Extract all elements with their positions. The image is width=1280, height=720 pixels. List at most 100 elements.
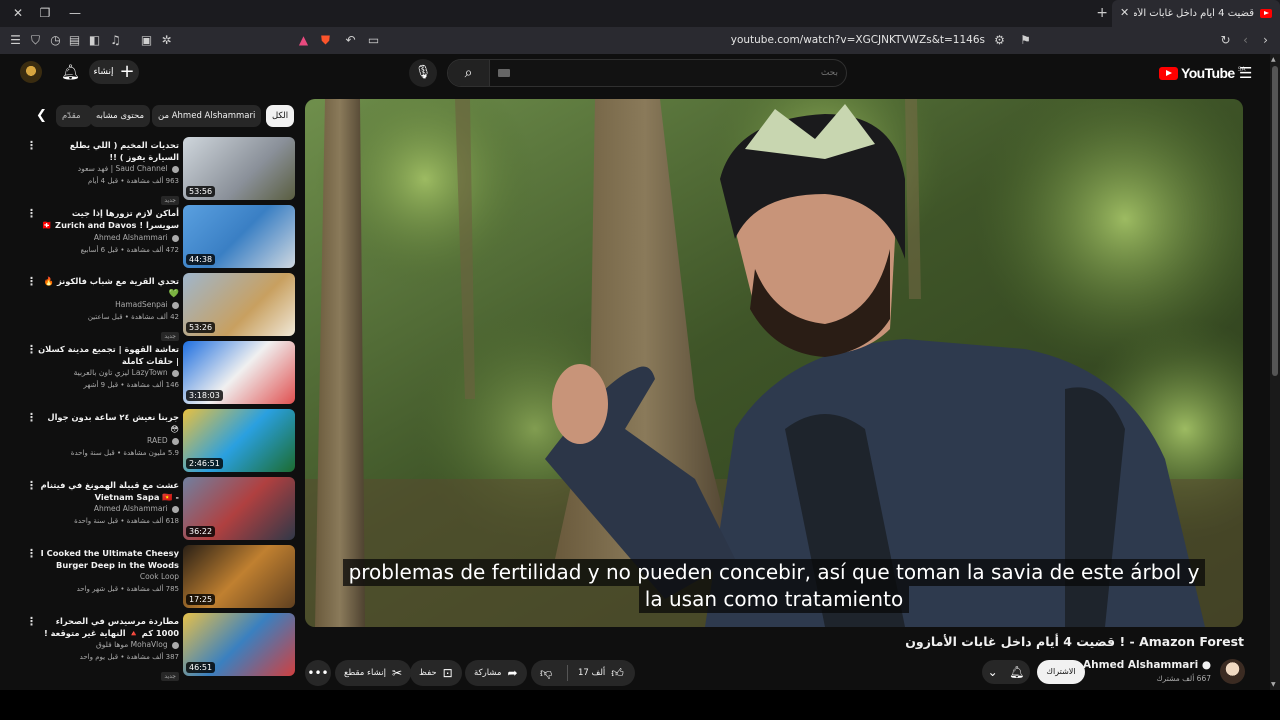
related-views: 472 ألف مشاهدة	[126, 246, 179, 254]
more-vert-icon[interactable]: ⋮	[26, 207, 37, 220]
like-button[interactable]: 17 ألف 👍︎	[569, 660, 633, 686]
subscribe-button[interactable]: الاشتراك	[1037, 660, 1085, 684]
more-vert-icon[interactable]: ⋮	[26, 615, 37, 628]
related-video-thumbnail[interactable]: 36:22	[183, 477, 295, 540]
bookmark-icon[interactable]: ⚑	[1018, 33, 1033, 48]
related-video-thumbnail[interactable]: 3:18:03	[183, 341, 295, 404]
reader-icon[interactable]: ↶	[343, 33, 358, 48]
forward-icon[interactable]: ‹	[1238, 33, 1253, 48]
menu-icon[interactable]: ☰	[8, 33, 23, 48]
page-scrollbar[interactable]: ▲ ▼	[1270, 54, 1280, 690]
related-video-item[interactable]: ⋮ I Cooked the Ultimate Cheesy Burger Dee…	[24, 545, 296, 609]
save-button[interactable]: حفظ ⊡	[410, 660, 462, 686]
more-vert-icon[interactable]: ⋮	[26, 139, 37, 152]
subscriber-count: 667 ألف مشترك	[1156, 674, 1211, 683]
more-vert-icon[interactable]: ⋮	[26, 411, 37, 424]
cast-icon[interactable]: ▭	[366, 33, 381, 48]
related-video-item[interactable]: ⋮ مطاردة مرسيدس في الصحراء 1000 كم 🔺 النه…	[24, 613, 296, 681]
close-tab-icon[interactable]: ✕	[1120, 6, 1129, 19]
minimize-window-icon[interactable]: —	[67, 5, 83, 21]
related-video-thumbnail[interactable]: 2:46:51	[183, 409, 295, 472]
new-badge: جديد	[161, 672, 179, 681]
search-button[interactable]: ⌕	[448, 60, 490, 86]
related-video-thumbnail[interactable]: 44:38	[183, 205, 295, 268]
related-video-info: أماكن لازم تزورها إذا جيت سويسرا ! 🇨🇭 Zu…	[38, 207, 179, 256]
extensions-icon[interactable]: ✲	[159, 33, 174, 48]
more-vert-icon[interactable]: ⋮	[26, 343, 37, 356]
notifications-bell-icon[interactable]: 🔔︎	[61, 63, 80, 81]
taskbar-area	[0, 690, 1280, 720]
create-button[interactable]: إنشاء +	[89, 60, 139, 84]
video-duration: 3:18:03	[186, 390, 223, 401]
music-icon[interactable]: ♫	[108, 33, 123, 48]
channel-name[interactable]: Ahmed Alshammari ●	[1083, 659, 1211, 671]
sidebar-icon[interactable]: ◧	[87, 33, 102, 48]
video-duration: 53:56	[186, 186, 216, 197]
related-video-meta: 387 ألف مشاهدة • قبل يوم واحد	[79, 653, 179, 661]
chip-from-channel[interactable]: من Ahmed Alshammari	[152, 105, 262, 127]
chip-featured[interactable]: مقدّم	[56, 105, 92, 127]
chip-all[interactable]: الكل	[266, 105, 295, 127]
url-field[interactable]: youtube.com/watch?v=XGCJNKTVWZs&t=1146s	[640, 34, 985, 46]
related-channel-name: ليزي تاون بالعربية LazyTown	[73, 368, 168, 377]
related-video-info: مطاردة مرسيدس في الصحراء 1000 كم 🔺 النها…	[38, 615, 179, 682]
related-video-item[interactable]: ⋮ عشت مع قبيلة الهمونغ في فيتنام - Vietna…	[24, 477, 296, 541]
clip-button[interactable]: إنشاء مقطع ✂	[335, 660, 412, 686]
notification-toggle[interactable]: ⌄ 🔔︎	[982, 660, 1030, 684]
share-icon: ➦	[507, 666, 518, 680]
verified-icon	[172, 437, 179, 445]
reload-icon[interactable]: ↻	[1218, 33, 1233, 48]
youtube-header: 🔔︎ إنشاء + 🎙︎ ⌕ YouTube SA ☰	[0, 54, 1270, 92]
more-vert-icon[interactable]: ⋮	[26, 547, 37, 560]
more-vert-icon[interactable]: ⋮	[26, 479, 37, 492]
screenshot-icon[interactable]: ▣	[139, 33, 154, 48]
brave-shield-icon[interactable]: ⛊	[318, 33, 333, 48]
scroll-down-icon[interactable]: ▼	[1271, 681, 1276, 688]
related-video-thumbnail[interactable]: 53:56	[183, 137, 295, 200]
more-vert-icon[interactable]: ⋮	[26, 275, 37, 288]
related-video-thumbnail[interactable]: 53:26	[183, 273, 295, 336]
related-video-item[interactable]: ⋮ تعاشة القهوة | تجميع مدينة كسلان | حلقا…	[24, 341, 296, 405]
scrollbar-thumb[interactable]	[1272, 66, 1278, 376]
voice-search-mic-icon[interactable]: 🎙︎	[409, 59, 437, 87]
related-video-thumbnail[interactable]: 46:51	[183, 613, 295, 676]
related-views: 618 ألف مشاهدة	[126, 517, 179, 525]
account-avatar[interactable]	[20, 61, 42, 83]
browser-tab[interactable]: ✕ قضيت 4 أيام داخل غابات الأمازون !	[1112, 0, 1280, 27]
caption-line-2: la usan como tratamiento	[638, 586, 910, 613]
more-actions-button[interactable]: •••	[305, 660, 331, 686]
more-icon: •••	[307, 666, 329, 680]
scroll-up-icon[interactable]: ▲	[1271, 56, 1276, 63]
related-video-item[interactable]: ⋮ تحديات المخيم ( اللي يطلع السيارة يفوز …	[24, 137, 296, 205]
shield-icon[interactable]: ⛉	[28, 33, 43, 48]
like-count: 17 ألف	[578, 668, 606, 678]
related-video-item[interactable]: ⋮ تحدي القرية مع شباب فالكونز 🔥 💚 HamadSen…	[24, 273, 296, 341]
share-button[interactable]: مشاركة ➦	[465, 660, 527, 686]
related-views: 146 ألف مشاهدة	[126, 381, 179, 389]
restore-window-icon[interactable]: ❐	[37, 5, 53, 21]
new-tab-icon[interactable]: +	[1096, 5, 1108, 21]
related-video-thumbnail[interactable]: 17:25	[183, 545, 295, 608]
related-video-item[interactable]: ⋮ أماكن لازم تزورها إذا جيت سويسرا ! 🇨🇭 Z…	[24, 205, 296, 269]
youtube-logo[interactable]: YouTube SA	[1159, 65, 1246, 81]
related-video-meta: 618 ألف مشاهدة • قبل سنة واحدة	[74, 517, 179, 525]
guide-menu-icon[interactable]: ☰	[1239, 64, 1252, 82]
close-window-icon[interactable]: ✕	[10, 5, 26, 21]
search-input[interactable]	[498, 63, 838, 83]
chip-similar[interactable]: محتوى مشابه	[90, 105, 150, 127]
chevron-left-icon[interactable]: ❮	[36, 108, 47, 123]
history-icon[interactable]: ◷	[48, 33, 63, 48]
tabs-icon[interactable]: ▤	[67, 33, 82, 48]
related-video-item[interactable]: ⋮ جربنا نعيش ٢٤ ساعة بدون جوال 😳 RAED 5.9 …	[24, 409, 296, 473]
permissions-icon[interactable]: ⚙	[992, 33, 1007, 48]
related-age: قبل 4 أيام	[88, 177, 119, 185]
video-player[interactable]: problemas de fertilidad y no pueden conc…	[305, 99, 1243, 627]
channel-avatar[interactable]	[1220, 659, 1245, 684]
dislike-button[interactable]: 👎︎	[531, 660, 561, 686]
related-video-channel: موها فلوق MohaVlog	[38, 639, 179, 651]
related-channel-name: Ahmed Alshammari	[93, 233, 168, 242]
back-icon[interactable]: ›	[1258, 33, 1273, 48]
new-badge: جديد	[161, 196, 179, 205]
vpn-icon[interactable]: ▲	[296, 33, 311, 48]
related-views: 5.9 مليون مشاهدة	[123, 449, 179, 457]
